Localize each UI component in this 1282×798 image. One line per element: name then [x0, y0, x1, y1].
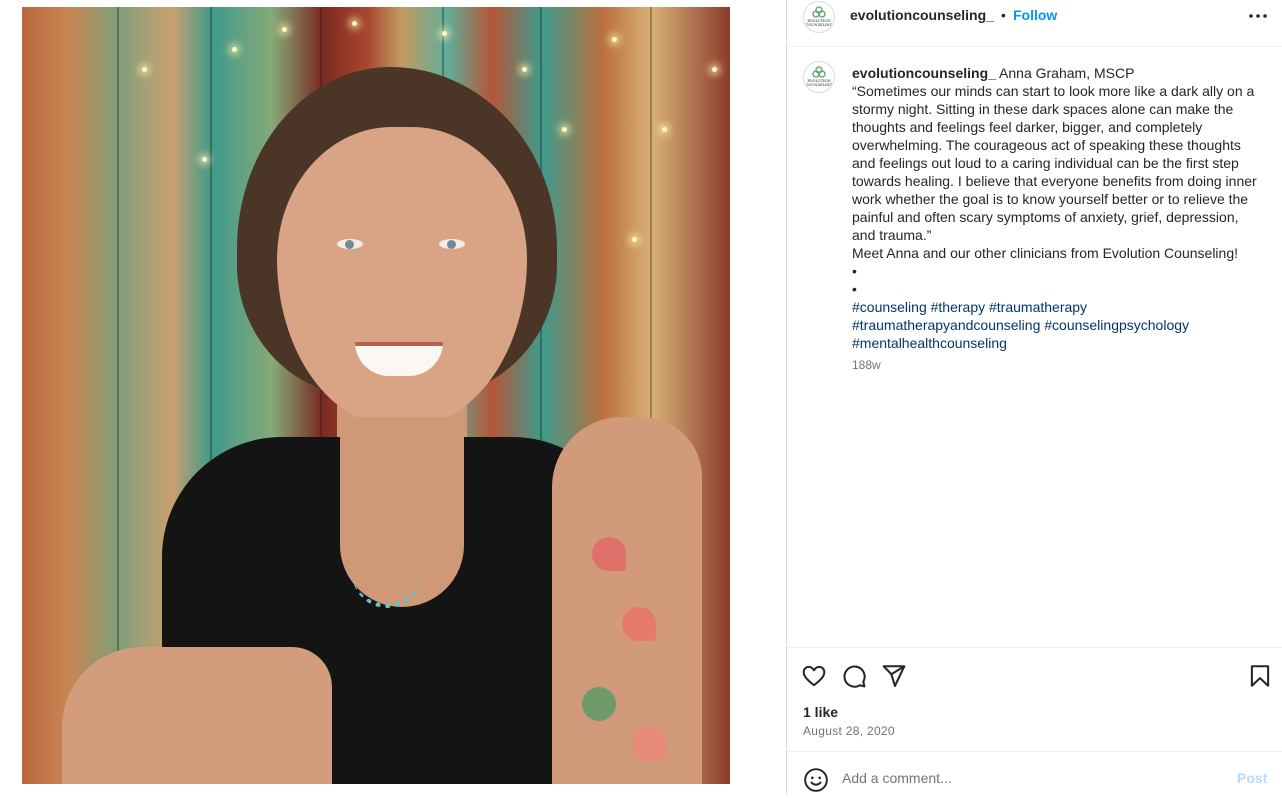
left-arm [62, 647, 332, 784]
follow-button[interactable]: Follow [1013, 7, 1057, 23]
hashtag-link[interactable]: #therapy [931, 299, 985, 315]
tattoo-flower [622, 607, 656, 641]
hashtag-link[interactable]: #counseling [852, 299, 927, 315]
logo-text-2: COUNSELING [806, 83, 833, 87]
share-icon[interactable] [881, 663, 907, 689]
right-eye [439, 239, 465, 249]
post-actions: 1 like August 28, 2020 [787, 647, 1282, 752]
bookmark-icon[interactable] [1247, 663, 1273, 689]
header-username[interactable]: evolutioncounseling_ [850, 7, 994, 23]
logo-text-2: COUNSELING [806, 23, 833, 27]
tattoo-flower [592, 537, 626, 571]
post-comment-button[interactable]: Post [1237, 770, 1267, 786]
comment-icon[interactable] [841, 663, 867, 689]
smile [355, 342, 443, 376]
caption-quote: “Sometimes our minds can start to look m… [852, 83, 1257, 243]
post-date: August 28, 2020 [803, 724, 895, 738]
hashtags: #counseling #therapy #traumatherapy #tra… [852, 298, 1264, 352]
hashtag-link[interactable]: #mentalhealthcounseling [852, 335, 1007, 351]
hashtag-link[interactable]: #traumatherapy [989, 299, 1087, 315]
caption-avatar[interactable]: EVOLUTION COUNSELING [803, 61, 835, 93]
comment-bar: Post [787, 751, 1282, 795]
post-side-panel: EVOLUTION COUNSELING evolutioncounseling… [786, 0, 1282, 794]
tattoo-leaf [582, 687, 616, 721]
post-age[interactable]: 188w [852, 358, 881, 372]
caption-dot: • [852, 263, 857, 279]
caption-username[interactable]: evolutioncounseling_ [852, 65, 996, 81]
left-eye [337, 239, 363, 249]
hashtag-link[interactable]: #traumatherapyandcounseling [852, 317, 1040, 333]
comment-input[interactable] [842, 766, 1222, 790]
post-image[interactable] [22, 7, 730, 784]
post-caption: evolutioncounseling_ Anna Graham, MSCP “… [852, 64, 1264, 352]
tattooed-arm [552, 417, 702, 784]
hashtag-link[interactable]: #counselingpsychology [1044, 317, 1189, 333]
post-header: EVOLUTION COUNSELING evolutioncounseling… [787, 0, 1282, 47]
more-options-icon[interactable] [1247, 6, 1269, 26]
evolution-logo-icon: EVOLUTION COUNSELING [806, 66, 833, 87]
tattoo-flower [632, 727, 666, 761]
heart-icon[interactable] [801, 663, 827, 689]
header-separator: • [1001, 7, 1006, 23]
emoji-icon[interactable] [803, 767, 829, 793]
evolution-logo-icon: EVOLUTION COUNSELING [806, 6, 833, 27]
caption-meet-line: Meet Anna and our other clinicians from … [852, 245, 1238, 261]
caption-credit: Anna Graham, MSCP [999, 65, 1135, 81]
like-count[interactable]: 1 like [803, 704, 838, 720]
profile-avatar[interactable]: EVOLUTION COUNSELING [803, 1, 835, 33]
caption-dot: • [852, 281, 857, 297]
